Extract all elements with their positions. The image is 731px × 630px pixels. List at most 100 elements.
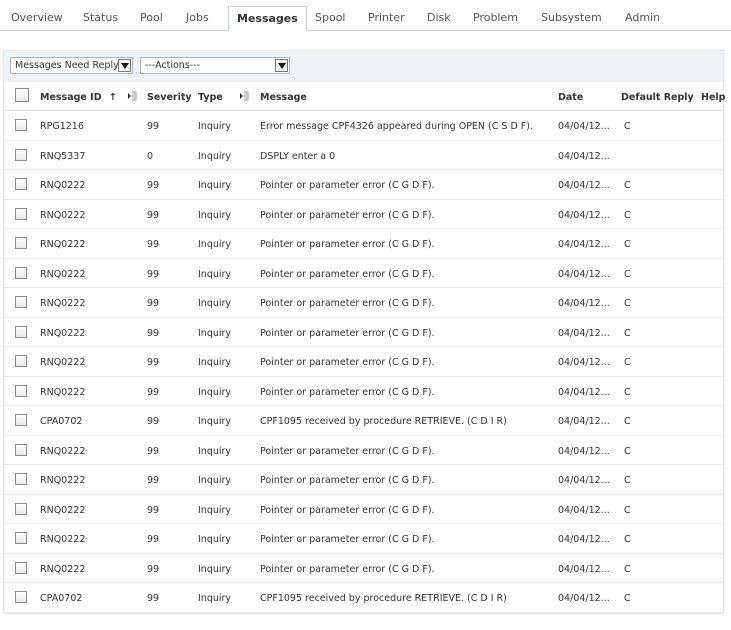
cell-type: Inquiry	[198, 327, 232, 339]
table-row[interactable]: RNQ0222 99 Inquiry Pointer or parameter err…	[4, 377, 723, 406]
cell-date: 04/04/12...	[558, 593, 610, 604]
row-checkbox[interactable]	[15, 207, 27, 220]
row-checkbox[interactable]	[15, 237, 27, 249]
cell-date: 04/04/12...	[558, 563, 610, 575]
table-row[interactable]: RNQ0222 99 Inquiry Pointer or parameter err…	[4, 347, 723, 377]
table-row[interactable]: CPA0702 99 Inquiry CPF1095 received by proc…	[4, 406, 723, 436]
cell-message: Pointer or parameter error (C G D F).	[260, 386, 435, 398]
column-header-help[interactable]: Help	[701, 92, 725, 103]
table-row[interactable]: RNQ0222 99 Inquiry Pointer or parameter err…	[4, 495, 723, 524]
table-row[interactable]: RNQ0222 99 Inquiry Pointer or parameter err…	[4, 170, 723, 200]
cell-severity: 99	[147, 357, 160, 368]
cell-message: Error message CPF4326 appeared during OP…	[260, 121, 533, 132]
table-row[interactable]: RNQ0222 99 Inquiry Pointer or parameter err…	[4, 200, 723, 229]
sort-ascending-icon: ↑	[108, 92, 117, 103]
row-checkbox[interactable]	[15, 266, 27, 279]
cell-date: 04/04/12...	[558, 445, 610, 457]
row-checkbox[interactable]	[15, 296, 27, 308]
cell-date: 04/04/12...	[558, 298, 610, 309]
column-header-default-reply[interactable]: Default Reply	[621, 92, 694, 103]
table-row[interactable]: RNQ0222 99 Inquiry Pointer or parameter err…	[4, 318, 723, 347]
tab-spool[interactable]: Spool	[315, 11, 345, 24]
tab-disk[interactable]: Disk	[427, 11, 451, 24]
row-checkbox[interactable]	[15, 178, 27, 190]
message-filter-value: Messages Need Reply	[15, 60, 119, 71]
cell-default-reply: C	[624, 563, 631, 575]
actions-select[interactable]: ---Actions---	[140, 57, 290, 74]
table-row[interactable]: RNQ0222 99 Inquiry Pointer or parameter err…	[4, 465, 723, 495]
table-row[interactable]: CPA0702 99 Inquiry CPF1095 received by proc…	[4, 583, 723, 613]
column-resize-icon[interactable]	[128, 90, 138, 102]
cell-message: Pointer or parameter error (C G D F).	[260, 209, 435, 221]
row-checkbox[interactable]	[15, 473, 27, 485]
column-header-severity[interactable]: Severity	[147, 92, 192, 103]
cell-severity: 99	[147, 416, 160, 427]
cell-message: Pointer or parameter error (C G D F).	[260, 563, 435, 575]
tab-admin[interactable]: Admin	[625, 11, 660, 24]
table-header: Message ID ↑ Severity Type Message Date …	[4, 83, 725, 111]
cell-type: Inquiry	[198, 593, 232, 604]
cell-type: Inquiry	[198, 209, 232, 221]
row-checkbox[interactable]	[15, 119, 27, 131]
table-row[interactable]: RNQ0222 99 Inquiry Pointer or parameter err…	[4, 259, 723, 288]
row-checkbox[interactable]	[15, 591, 27, 603]
cell-severity: 99	[147, 386, 160, 398]
cell-date: 04/04/12...	[558, 327, 610, 339]
column-header-date[interactable]: Date	[558, 92, 583, 103]
table-row[interactable]: RNQ5337 0 Inquiry DSPLY enter a 0 04/04/12..…	[4, 141, 723, 170]
cell-severity: 99	[147, 504, 160, 516]
tab-subsystem[interactable]: Subsystem	[541, 11, 602, 24]
tab-messages[interactable]: Messages	[228, 6, 307, 31]
cell-type: Inquiry	[198, 445, 232, 457]
table-row[interactable]: RNQ0222 99 Inquiry Pointer or parameter err…	[4, 436, 723, 465]
message-filter-select[interactable]: Messages Need Reply	[10, 57, 133, 74]
cell-default-reply: C	[624, 239, 631, 250]
cell-default-reply: C	[624, 475, 631, 486]
row-checkbox[interactable]	[15, 443, 27, 456]
cell-type: Inquiry	[198, 180, 232, 191]
tab-pool[interactable]: Pool	[140, 11, 163, 24]
cell-date: 04/04/12...	[558, 386, 610, 398]
tab-jobs[interactable]: Jobs	[186, 11, 209, 24]
cell-default-reply: C	[624, 386, 631, 398]
chevron-down-icon	[275, 59, 288, 72]
column-header-message-id[interactable]: Message ID ↑	[40, 92, 117, 103]
cell-message: Pointer or parameter error (C G D F).	[260, 180, 435, 191]
cell-type: Inquiry	[198, 386, 232, 398]
cell-message-id: RNQ0222	[40, 327, 86, 339]
table-row[interactable]: RNQ0222 99 Inquiry Pointer or parameter err…	[4, 554, 723, 583]
cell-severity: 99	[147, 534, 160, 545]
cell-severity: 0	[147, 150, 154, 162]
cell-message-id: RNQ0222	[40, 563, 86, 575]
select-all-checkbox[interactable]	[15, 88, 29, 102]
cell-default-reply: C	[624, 327, 631, 339]
row-checkbox[interactable]	[15, 532, 27, 544]
row-checkbox[interactable]	[15, 414, 27, 426]
row-checkbox[interactable]	[15, 148, 27, 161]
column-header-message[interactable]: Message	[260, 92, 307, 103]
column-resize-icon[interactable]	[240, 90, 250, 102]
row-checkbox[interactable]	[15, 561, 27, 574]
row-checkbox[interactable]	[15, 355, 27, 367]
row-checkbox[interactable]	[15, 502, 27, 515]
row-checkbox[interactable]	[15, 384, 27, 397]
table-row[interactable]: RNQ0222 99 Inquiry Pointer or parameter err…	[4, 229, 723, 259]
row-checkbox[interactable]	[15, 325, 27, 338]
cell-date: 04/04/12...	[558, 504, 610, 516]
cell-message: Pointer or parameter error (C G D F).	[260, 475, 435, 486]
tab-printer[interactable]: Printer	[368, 11, 405, 24]
cell-type: Inquiry	[198, 121, 232, 132]
cell-default-reply: C	[624, 121, 631, 132]
tab-overview[interactable]: Overview	[11, 11, 63, 24]
cell-message-id: RNQ0222	[40, 298, 86, 309]
table-row[interactable]: RPG1216 99 Inquiry Error message CPF4326 ap…	[4, 111, 723, 141]
table-row[interactable]: RNQ0222 99 Inquiry Pointer or parameter err…	[4, 288, 723, 318]
tab-problem[interactable]: Problem	[473, 11, 518, 24]
tab-status[interactable]: Status	[83, 11, 118, 24]
cell-type: Inquiry	[198, 298, 232, 309]
toolbar: Messages Need Reply ---Actions---	[4, 51, 723, 82]
cell-message: Pointer or parameter error (C G D F).	[260, 298, 435, 309]
table-row[interactable]: RNQ0222 99 Inquiry Pointer or parameter err…	[4, 524, 723, 554]
cell-message-id: RNQ0222	[40, 445, 86, 457]
column-header-type[interactable]: Type	[198, 92, 223, 103]
